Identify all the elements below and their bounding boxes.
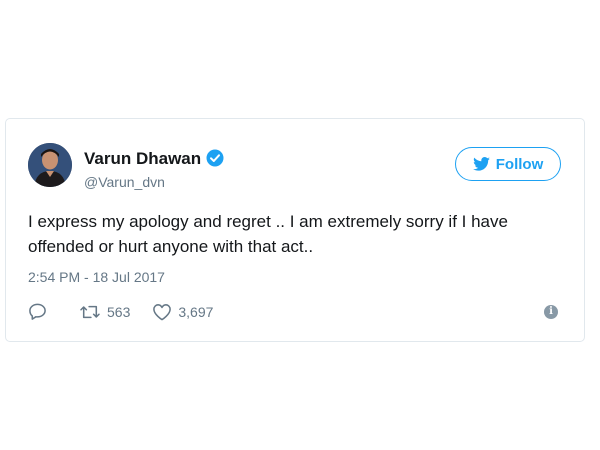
tweet-text: I express my apology and regret .. I am … (28, 212, 508, 256)
heart-icon[interactable] (152, 303, 172, 321)
user-handle[interactable]: @Varun_dvn (84, 174, 165, 190)
reply-icon[interactable] (28, 302, 47, 321)
follow-button[interactable]: Follow (455, 147, 561, 181)
retweet-icon[interactable] (79, 303, 101, 321)
display-name-text[interactable]: Varun Dhawan (84, 149, 201, 168)
like-count: 3,697 (178, 303, 214, 320)
tweet-card: Varun Dhawan @Varun_dvn Follow I express… (5, 118, 585, 342)
follow-button-label[interactable]: Follow (496, 156, 544, 173)
like-action[interactable]: 3,697 (152, 303, 213, 321)
retweet-action[interactable]: 563 (79, 303, 130, 321)
tweet-timestamp[interactable]: 2:54 PM - 18 Jul 2017 (28, 269, 165, 285)
retweet-count: 563 (107, 303, 131, 320)
twitter-bird-icon (472, 157, 490, 171)
display-name[interactable]: Varun Dhawan (84, 149, 224, 169)
info-icon[interactable]: i (544, 305, 558, 319)
tweet-actions: 563 3,697 (28, 302, 235, 321)
verified-badge-icon (206, 149, 224, 167)
reply-action[interactable] (28, 302, 53, 321)
avatar[interactable] (28, 143, 72, 187)
